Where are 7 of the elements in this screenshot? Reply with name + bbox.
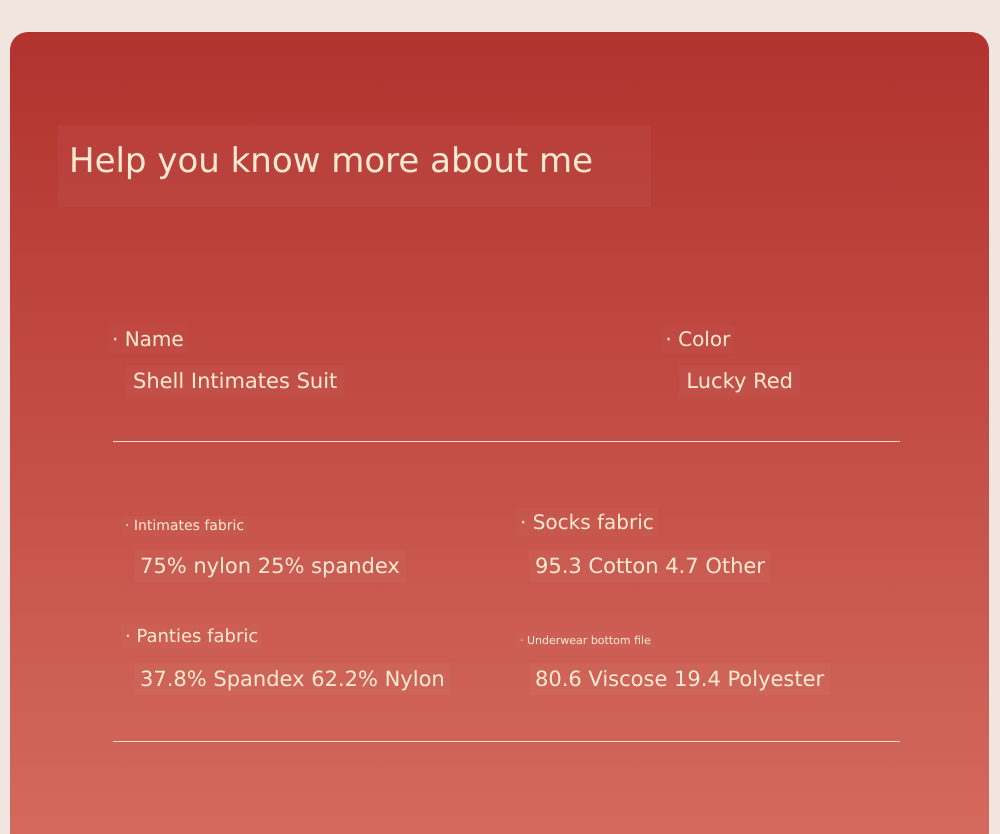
- fabric-value: 80.6 Viscose 19.4 Polyester: [529, 663, 830, 695]
- fabric-value: 75% nylon 25% spandex: [134, 550, 406, 582]
- field-value: Shell Intimates Suit: [126, 365, 344, 397]
- fabric-value: 37.8% Spandex 62.2% Nylon: [134, 663, 451, 695]
- fabric-value: 95.3 Cotton 4.7 Other: [529, 550, 771, 582]
- field-value: Lucky Red: [679, 365, 800, 397]
- page-title: Help you know more about me: [58, 125, 651, 207]
